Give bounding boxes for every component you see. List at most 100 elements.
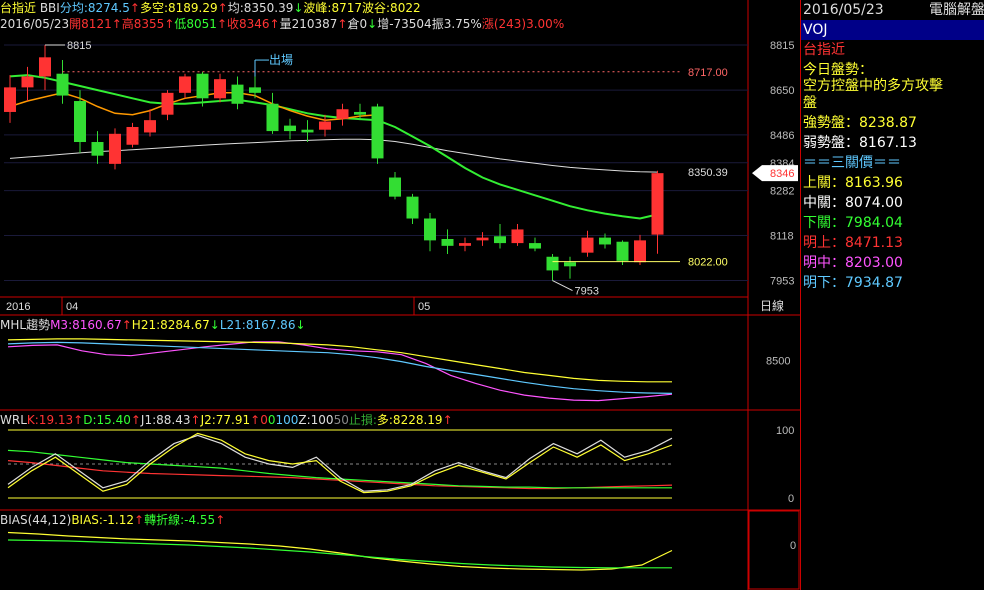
candle-body bbox=[476, 237, 489, 241]
WRL-label-row: WRLK:19.13↑D:15.40↑J1:88.43↑J2:77.91↑001… bbox=[0, 412, 453, 427]
candle-body bbox=[406, 196, 419, 219]
side-panel: 2016/05/23 電腦解盤 VOJ 台指近 今日盤勢： 空方控盤中的多方攻擊… bbox=[800, 0, 984, 590]
candle-body bbox=[179, 76, 191, 93]
MHL趨勢-label-0: MHL趨勢 bbox=[0, 317, 50, 332]
next-up-value: 明上：8471.13 bbox=[803, 235, 903, 251]
candle-body bbox=[581, 237, 594, 253]
main-chart-area[interactable]: 8815865084868384828281187953881579538717… bbox=[0, 0, 800, 590]
y-tick-label: 8650 bbox=[770, 85, 794, 97]
WRL-label-10: 0 bbox=[268, 413, 276, 427]
trend-line-2: 盤 bbox=[803, 95, 817, 111]
WRL-label-0: WRL bbox=[0, 413, 27, 427]
candle-body bbox=[284, 125, 296, 132]
candle-body bbox=[389, 177, 401, 197]
side-date: 2016/05/23 bbox=[803, 2, 884, 18]
BIAS(44,12)-label-0: BIAS(44,12) bbox=[0, 513, 71, 527]
wave-trough-label: 8022.00 bbox=[688, 257, 728, 269]
current-price-label: 8346 bbox=[770, 168, 794, 180]
MHL趨勢-series-1 bbox=[7, 338, 672, 383]
BIAS(44,12)-label-4: ↑ bbox=[215, 513, 225, 527]
mid-value: 中關：8074.00 bbox=[803, 195, 903, 211]
wave-peak-label: 8717.00 bbox=[688, 67, 728, 79]
candle-body bbox=[494, 236, 506, 244]
bias-tick-label: 0 bbox=[790, 540, 796, 552]
candle-body bbox=[301, 129, 314, 133]
candle-body bbox=[266, 103, 279, 132]
ma-long-line bbox=[9, 138, 658, 173]
MHL趨勢-label-1: M3:8160.67 bbox=[50, 318, 122, 332]
side-code-text: VOJ bbox=[803, 22, 828, 38]
candle-body bbox=[546, 256, 559, 271]
ma-mid-line bbox=[9, 74, 658, 220]
candle-body bbox=[39, 57, 51, 77]
WRL-label-12: Z:100 bbox=[298, 413, 333, 427]
x-label-year: 2016 bbox=[6, 301, 30, 313]
WRL-label-16: ↑ bbox=[443, 413, 453, 427]
side-code[interactable]: VOJ bbox=[801, 20, 984, 40]
trend-line-1: 空方控盤中的多方攻擊 bbox=[803, 78, 943, 94]
candle-body bbox=[249, 87, 261, 93]
candle-body bbox=[616, 241, 629, 261]
WRL-label-11: 100 bbox=[275, 413, 298, 427]
WRL-label-6: ↑ bbox=[191, 413, 201, 427]
candle-body bbox=[599, 237, 611, 245]
x-label-month: 05 bbox=[418, 301, 430, 313]
candle-body bbox=[529, 243, 541, 249]
MHL趨勢-series-0 bbox=[7, 341, 673, 402]
candle-body bbox=[231, 84, 244, 104]
WRL-label-3: D:15.40 bbox=[83, 413, 131, 427]
candle-body bbox=[196, 73, 209, 99]
MHL趨勢-label-5: L21:8167.86 bbox=[220, 318, 296, 332]
strong-value: 強勢盤：8238.87 bbox=[803, 115, 917, 131]
candle-body bbox=[459, 243, 471, 246]
candle-body bbox=[21, 76, 34, 88]
BIAS(44,12)-series-0 bbox=[7, 531, 673, 571]
candle-body bbox=[126, 126, 139, 145]
candle-body bbox=[651, 173, 664, 235]
mhl-tick-label: 8500 bbox=[766, 356, 790, 368]
candle-body bbox=[511, 229, 524, 244]
WRL-label-13: 50 bbox=[334, 413, 349, 427]
peak-label: 8815 bbox=[67, 40, 91, 52]
WRL-series-0 bbox=[7, 460, 673, 490]
WRL-series-1 bbox=[7, 449, 672, 489]
candle-body bbox=[56, 73, 69, 96]
WRL-series-2 bbox=[7, 434, 673, 492]
MHL趨勢-label-3: H21:8284.67 bbox=[132, 318, 210, 332]
candle-body bbox=[424, 218, 436, 241]
trough-marker bbox=[552, 280, 573, 291]
next-down-value: 明下：7934.87 bbox=[803, 275, 903, 291]
WRL-label-4: ↑ bbox=[131, 413, 141, 427]
WRL-label-9: 0 bbox=[260, 413, 268, 427]
candle-body bbox=[634, 240, 646, 263]
candle-body bbox=[564, 262, 576, 267]
candle-body bbox=[74, 101, 86, 143]
candle-body bbox=[91, 142, 104, 156]
WRL-label-14: 止損: bbox=[349, 412, 377, 427]
candle-body bbox=[319, 121, 331, 130]
WRL-label-2: ↑ bbox=[73, 413, 83, 427]
y-tick-label: 8486 bbox=[770, 130, 794, 142]
wrl-tick-100: 100 bbox=[776, 425, 794, 437]
MHL趨勢-label-6: ↓ bbox=[295, 318, 305, 332]
candle-body bbox=[441, 238, 454, 246]
period-label: 日線 bbox=[760, 298, 784, 313]
down-value: 下關：7984.04 bbox=[803, 215, 903, 231]
MHL趨勢-label-4: ↓ bbox=[210, 318, 220, 332]
up-value: 上關：8163.96 bbox=[803, 175, 903, 191]
next-mid-value: 明中：8203.00 bbox=[803, 255, 903, 271]
candle-body bbox=[4, 87, 16, 112]
candle-body bbox=[371, 106, 384, 159]
y-tick-label: 8118 bbox=[770, 230, 794, 242]
avg-label: 8350.39 bbox=[688, 167, 728, 179]
y-tick-label: 7953 bbox=[770, 276, 794, 288]
WRL-label-5: J1:88.43 bbox=[140, 413, 191, 427]
WRL-series-3 bbox=[7, 432, 673, 494]
wrl-tick-0: 0 bbox=[788, 493, 794, 505]
MHL趨勢-label-2: ↑ bbox=[122, 318, 132, 332]
BIAS(44,12)-series-1 bbox=[7, 539, 672, 569]
WRL-label-7: J2:77.91 bbox=[200, 413, 251, 427]
candle-body bbox=[109, 133, 121, 164]
MHL趨勢-label-row: MHL趨勢M3:8160.67↑H21:8284.67↓L21:8167.86↓ bbox=[0, 317, 306, 332]
y-tick-label: 8282 bbox=[770, 186, 794, 198]
